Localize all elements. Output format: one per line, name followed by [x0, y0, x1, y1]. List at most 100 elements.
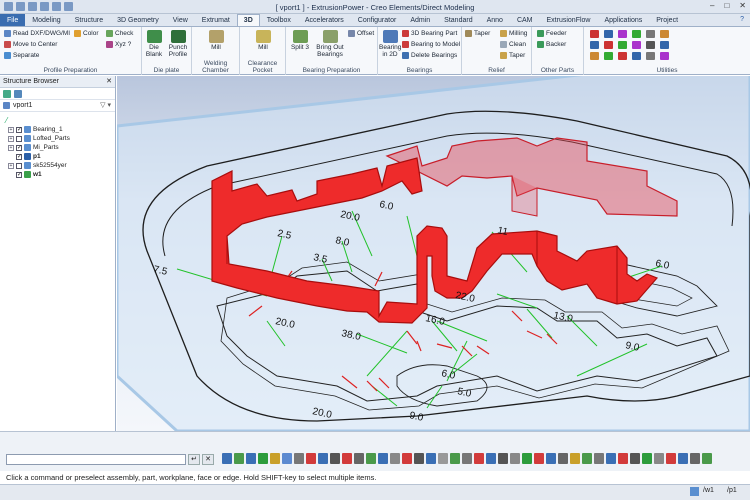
utility-icon[interactable] [646, 41, 655, 49]
tool-icon[interactable] [642, 453, 652, 464]
tool-icon[interactable] [294, 453, 304, 464]
relief-taper-button[interactable]: Taper [500, 52, 525, 59]
tab-project[interactable]: Project [649, 14, 685, 26]
expand-icon[interactable]: + [8, 135, 14, 142]
3d-bearing-part-button[interactable]: 3D Bearing Part [402, 30, 457, 37]
tool-icon[interactable] [558, 453, 568, 464]
tool-icon[interactable] [306, 453, 316, 464]
utility-icon[interactable] [632, 52, 641, 60]
viewport-3d[interactable]: 7.5 2.5 3.5 8.0 20.0 6.0 20.0 11 22.0 6.… [117, 76, 750, 431]
tool-icon[interactable] [426, 453, 436, 464]
layout-icon[interactable] [14, 90, 22, 98]
utility-icon[interactable] [646, 30, 655, 38]
tab-modeling[interactable]: Modeling [25, 14, 67, 26]
tab-extrusionflow[interactable]: ExtrusionFlow [540, 14, 598, 26]
visibility-checkbox[interactable]: ✓ [16, 144, 22, 151]
clean-button[interactable]: Clean [500, 41, 526, 48]
backer-button[interactable]: Backer [537, 41, 566, 48]
taper-button[interactable]: Taper [465, 30, 490, 37]
utility-icon[interactable] [632, 41, 641, 49]
tool-icon[interactable] [570, 453, 580, 464]
read-dxf-button[interactable]: Read DXF/DWG/MI [4, 30, 70, 37]
tab-configurator[interactable]: Configurator [351, 14, 404, 26]
visibility-checkbox[interactable]: ✓ [16, 171, 22, 178]
tool-icon[interactable] [534, 453, 544, 464]
tool-icon[interactable] [258, 453, 268, 464]
tool-icon[interactable] [594, 453, 604, 464]
bearing-2d-button[interactable]: Bearing in 2D [379, 30, 401, 58]
utility-icon[interactable] [590, 52, 599, 60]
tool-icon[interactable] [654, 453, 664, 464]
tab-anno[interactable]: Anno [480, 14, 510, 26]
split-button[interactable]: Split 3 [289, 30, 311, 51]
filter-icon[interactable]: ▽ ▾ [100, 100, 115, 112]
tab-extrumat[interactable]: Extrumat [195, 14, 237, 26]
command-input[interactable] [6, 454, 186, 465]
tree-item[interactable]: + Lofted_Parts [6, 134, 112, 143]
bearing-to-model-button[interactable]: Bearing to Model [402, 41, 460, 48]
xyz-button[interactable]: Xyz ? [106, 41, 131, 48]
viewport-canvas[interactable]: 7.5 2.5 3.5 8.0 20.0 6.0 20.0 11 22.0 6.… [117, 76, 750, 431]
visibility-checkbox[interactable] [16, 135, 22, 142]
utility-icon[interactable] [646, 52, 655, 60]
tool-icon[interactable] [342, 453, 352, 464]
tool-icon[interactable] [222, 453, 232, 464]
utility-icon[interactable] [604, 41, 613, 49]
tool-icon[interactable] [414, 453, 424, 464]
tree-item[interactable]: ✓ p1 [6, 152, 112, 161]
tree-root[interactable]: ⁄ [6, 116, 112, 125]
tool-icon[interactable] [546, 453, 556, 464]
tool-icon[interactable] [378, 453, 388, 464]
tool-icon[interactable] [582, 453, 592, 464]
visibility-checkbox[interactable]: ✓ [16, 126, 22, 133]
tool-icon[interactable] [390, 453, 400, 464]
tool-icon[interactable] [678, 453, 688, 464]
tool-icon[interactable] [618, 453, 628, 464]
tab-admin[interactable]: Admin [403, 14, 437, 26]
tool-icon[interactable] [246, 453, 256, 464]
tool-icon[interactable] [330, 453, 340, 464]
welding-mill-button[interactable]: Mill [204, 30, 228, 51]
milling-button[interactable]: Milling [500, 30, 527, 37]
tab-standard[interactable]: Standard [437, 14, 479, 26]
delete-bearings-button[interactable]: Delete Bearings [402, 52, 457, 59]
tab-structure[interactable]: Structure [68, 14, 110, 26]
view-selector[interactable]: vport1 ▽ ▾ [0, 100, 115, 112]
tab-3d-geometry[interactable]: 3D Geometry [110, 14, 166, 26]
tab-applications[interactable]: Applications [597, 14, 649, 26]
tab-toolbox[interactable]: Toolbox [260, 14, 298, 26]
tool-icon[interactable] [606, 453, 616, 464]
expand-icon[interactable]: + [8, 144, 14, 151]
expand-icon[interactable]: + [8, 162, 14, 169]
tree-item[interactable]: + ✓ Mi_Parts [6, 143, 112, 152]
tool-icon[interactable] [366, 453, 376, 464]
tool-icon[interactable] [354, 453, 364, 464]
tool-icon[interactable] [690, 453, 700, 464]
tool-icon[interactable] [450, 453, 460, 464]
tool-icon[interactable] [510, 453, 520, 464]
help-icon[interactable]: ? [740, 14, 744, 26]
utility-icon[interactable] [618, 41, 627, 49]
color-button[interactable]: Color [74, 30, 99, 37]
utility-icon[interactable] [660, 52, 669, 60]
visibility-checkbox[interactable]: ✓ [16, 153, 22, 160]
tab-3d[interactable]: 3D [236, 14, 260, 26]
tool-icon[interactable] [474, 453, 484, 464]
die-blank-button[interactable]: Die Blank [143, 30, 165, 58]
utility-icon[interactable] [660, 41, 669, 49]
tree-item[interactable]: + ✓ Bearing_1 [6, 125, 112, 134]
utility-icon[interactable] [632, 30, 641, 38]
tool-icon[interactable] [402, 453, 412, 464]
utility-icon[interactable] [604, 52, 613, 60]
tool-icon[interactable] [666, 453, 676, 464]
utility-icon[interactable] [590, 30, 599, 38]
tool-icon[interactable] [522, 453, 532, 464]
utility-icon[interactable] [618, 30, 627, 38]
tool-icon[interactable] [438, 453, 448, 464]
tab-accelerators[interactable]: Accelerators [298, 14, 351, 26]
maximize-button[interactable]: □ [724, 1, 729, 10]
minimize-button[interactable]: – [710, 1, 714, 10]
tab-file[interactable]: File [0, 14, 26, 26]
clearance-mill-button[interactable]: Mill [251, 30, 275, 51]
tree-item[interactable]: + sk52554yer [6, 161, 112, 170]
